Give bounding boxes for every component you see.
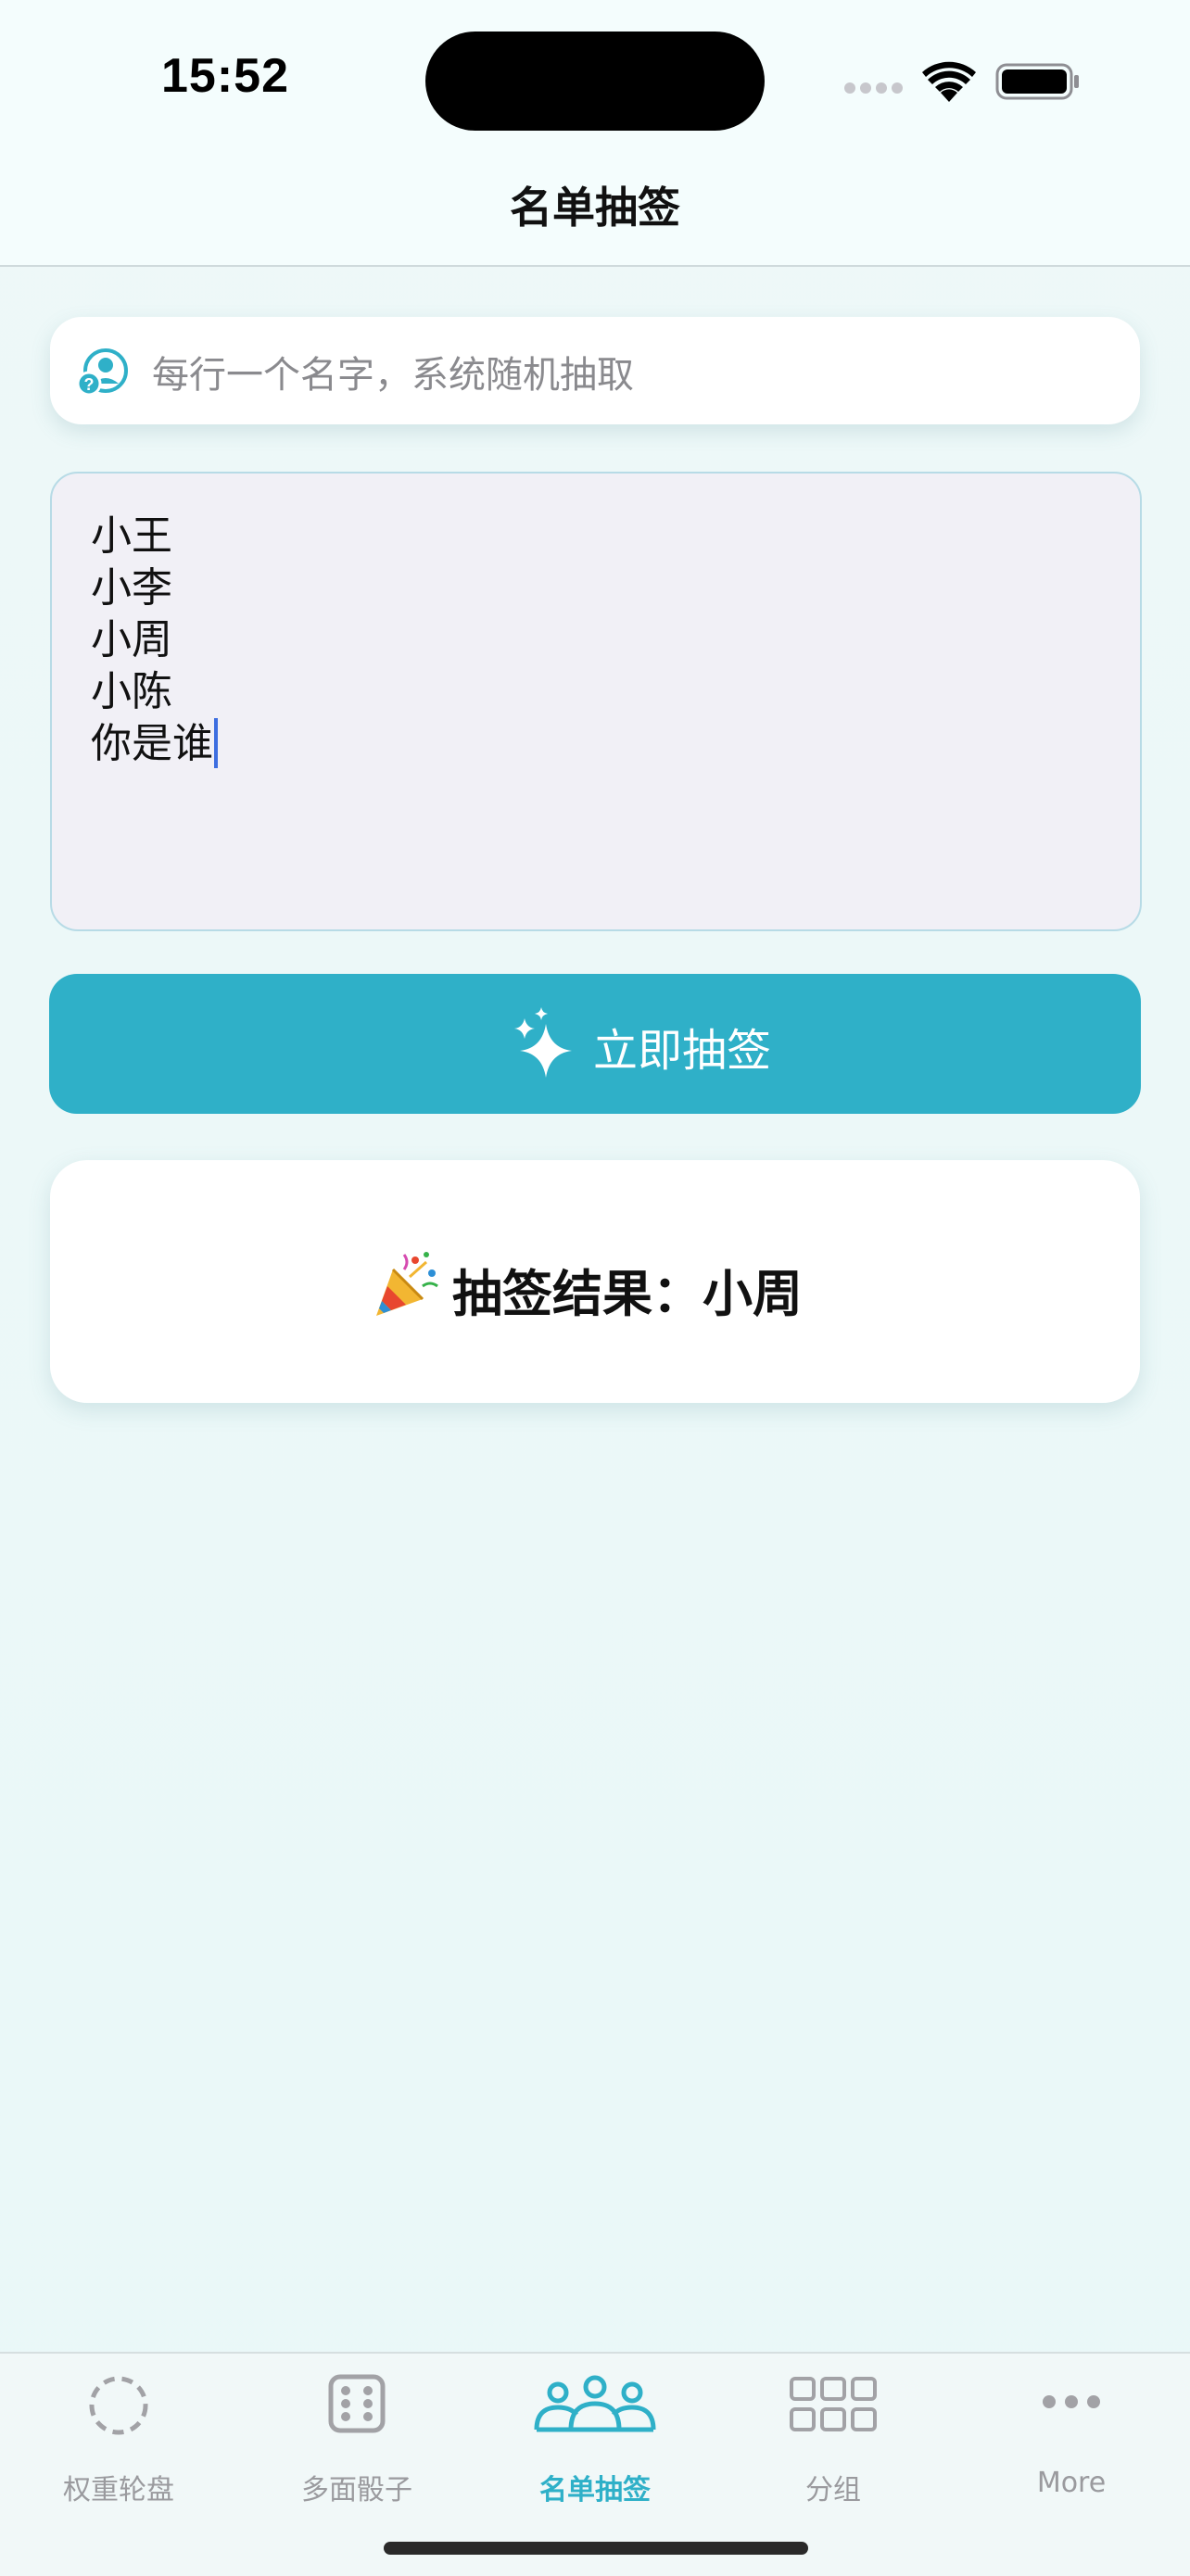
tab-label: 分组 <box>805 2474 861 2507</box>
more-dots-icon <box>1043 2395 1100 2408</box>
sparkles-icon <box>514 1007 572 1078</box>
name-line-last: 你是谁 <box>91 718 218 770</box>
names-textarea[interactable]: 小王 小李 小周 小陈 你是谁 <box>50 472 1142 931</box>
draw-button-label: 立即抽签 <box>593 1025 772 1077</box>
hint-card: ? 每行一个名字，系统随机抽取 <box>50 317 1140 424</box>
status-time: 15:52 <box>161 49 289 103</box>
page-title: 名单抽签 <box>510 183 680 233</box>
cellular-signal-icon <box>844 82 903 94</box>
tab-label: 名单抽签 <box>539 2474 651 2507</box>
name-line: 小王 <box>91 512 172 560</box>
tab-name-draw[interactable]: 名单抽签 <box>476 2354 714 2511</box>
home-indicator <box>384 2542 808 2555</box>
dashed-circle-icon <box>89 2376 148 2435</box>
name-line: 你是谁 <box>91 720 213 767</box>
person-question-icon: ? <box>76 348 128 397</box>
name-line: 小李 <box>91 564 172 612</box>
name-line: 小周 <box>91 616 172 663</box>
tab-label: 权重轮盘 <box>63 2474 174 2507</box>
text-caret <box>214 718 218 768</box>
tab-dice[interactable]: 多面骰子 <box>238 2354 475 2511</box>
grid-icon <box>790 2377 877 2431</box>
svg-text:?: ? <box>84 375 95 394</box>
name-line: 小陈 <box>91 668 172 715</box>
tab-groups[interactable]: 分组 <box>715 2354 952 2511</box>
navigation-bar: 名单抽签 <box>0 158 1190 267</box>
names-list: 小王 小李 小周 小陈 你是谁 <box>91 511 218 770</box>
status-bar: 15:52 <box>0 0 1190 158</box>
dice-icon <box>328 2374 386 2433</box>
tab-label: More <box>1036 2467 1107 2499</box>
party-popper-icon <box>376 1252 438 1316</box>
tab-more[interactable]: More <box>953 2354 1190 2511</box>
people-group-icon <box>534 2375 656 2432</box>
dynamic-island <box>425 32 765 131</box>
wifi-icon <box>922 61 976 102</box>
tab-label: 多面骰子 <box>301 2474 412 2507</box>
tab-weighted-wheel[interactable]: 权重轮盘 <box>0 2354 237 2511</box>
result-card: 抽签结果：小周 <box>50 1160 1140 1403</box>
draw-button[interactable]: 立即抽签 <box>49 974 1141 1114</box>
hint-text: 每行一个名字，系统随机抽取 <box>152 354 634 397</box>
battery-icon <box>995 63 1079 100</box>
result-text: 抽签结果：小周 <box>452 1265 803 1323</box>
